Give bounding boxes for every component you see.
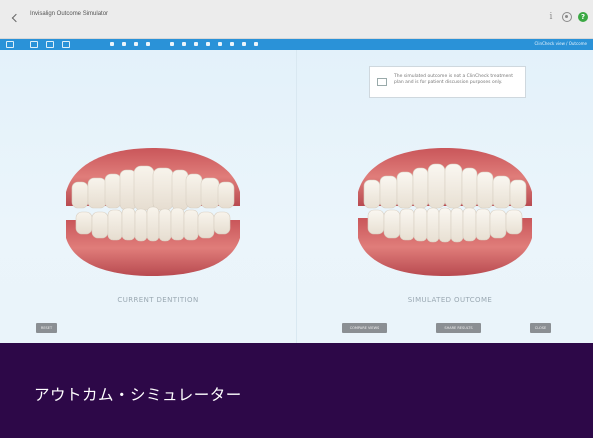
- help-icon[interactable]: ?: [578, 12, 588, 22]
- attachments-icon[interactable]: [228, 41, 236, 48]
- lower-jaw-icon[interactable]: [180, 41, 188, 48]
- banner-title: アウトカム・シミュレーター: [34, 386, 242, 404]
- back-chevron-icon[interactable]: [11, 13, 21, 23]
- feature-banner: アウトカム・シミュレーター: [0, 343, 593, 438]
- info-icon[interactable]: i: [546, 12, 556, 22]
- simulated-outcome-model[interactable]: [354, 146, 536, 278]
- view-tool-icon[interactable]: [62, 41, 70, 48]
- top-view-icon[interactable]: [144, 41, 152, 48]
- info-card-icon: [377, 78, 387, 86]
- home-tool-icon[interactable]: [6, 41, 14, 48]
- toolbar: ClinCheck view / Outcome: [0, 39, 593, 50]
- upper-jaw-icon[interactable]: [168, 41, 176, 48]
- occlusion-icon[interactable]: [192, 41, 200, 48]
- left-view-icon[interactable]: [120, 41, 128, 48]
- view-tool-icon[interactable]: [30, 41, 38, 48]
- share-results-button[interactable]: SHARE RESULTS: [436, 323, 481, 333]
- disclaimer-text: The simulated outcome is not a ClinCheck…: [394, 74, 513, 85]
- overlay-icon[interactable]: [216, 41, 224, 48]
- simulation-viewport: CURRENT DENTITION SIMULATED OUTCOME The …: [0, 50, 593, 343]
- reset-button[interactable]: RESET: [36, 323, 57, 333]
- simulated-outcome-label: SIMULATED OUTCOME: [407, 296, 493, 304]
- ipr-icon[interactable]: [240, 41, 248, 48]
- pane-divider: [296, 50, 297, 343]
- current-dentition-label: CURRENT DENTITION: [117, 296, 199, 304]
- current-dentition-model[interactable]: [62, 146, 244, 278]
- grid-icon[interactable]: [204, 41, 212, 48]
- compare-views-button[interactable]: COMPARE VIEWS: [342, 323, 387, 333]
- gear-icon[interactable]: [562, 12, 572, 22]
- view-tool-icon[interactable]: [46, 41, 54, 48]
- right-view-icon[interactable]: [132, 41, 140, 48]
- superimpose-icon[interactable]: [252, 41, 260, 48]
- toolbar-status: ClinCheck view / Outcome: [534, 41, 587, 46]
- close-button[interactable]: CLOSE: [530, 323, 551, 333]
- app-title: Invisalign Outcome Simulator: [30, 11, 109, 17]
- app-window: Invisalign Outcome Simulator i ? ClinChe…: [0, 0, 593, 438]
- front-view-icon[interactable]: [108, 41, 116, 48]
- disclaimer-tooltip: The simulated outcome is not a ClinCheck…: [369, 66, 526, 98]
- title-bar: Invisalign Outcome Simulator i ?: [0, 0, 593, 39]
